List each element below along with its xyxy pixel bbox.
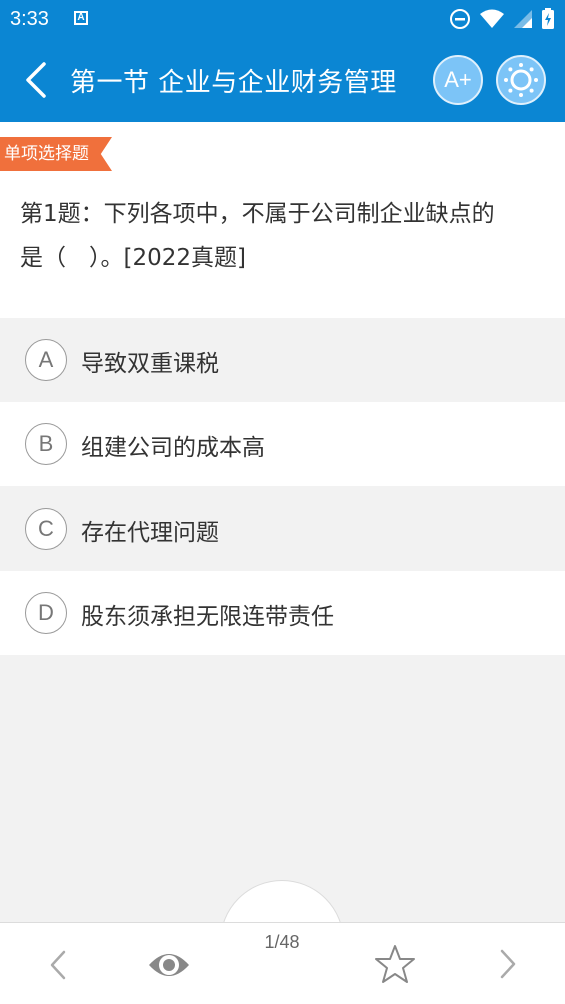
question-line-1: 第1题：下列各项中，不属于公司制企业缺点的 [20, 201, 495, 227]
star-icon [375, 945, 415, 983]
question-line-2: 是（ ）。[2022真题] [20, 245, 246, 271]
option-c-text: 存在代理问题 [81, 520, 219, 546]
option-d-letter: D [25, 592, 67, 634]
option-c-letter: C [25, 508, 67, 550]
font-size-button[interactable]: A+ [433, 55, 483, 105]
status-icons [449, 8, 555, 30]
font-size-label: A+ [444, 67, 472, 92]
option-a-letter: A [25, 339, 67, 381]
app-bar: 第一节 企业与企业财务管理 A+ [0, 38, 565, 122]
option-b[interactable]: B 组建公司的成本高 [0, 402, 565, 486]
prev-question-button[interactable] [36, 943, 80, 987]
page-title: 第一节 企业与企业财务管理 [70, 68, 397, 98]
chevron-left-icon [50, 950, 66, 980]
sun-icon [504, 63, 538, 97]
option-a-text: 导致双重课税 [81, 351, 219, 377]
question-card: 单项选择题 第1题：下列各项中，不属于公司制企业缺点的 是（ ）。[2022真题… [0, 122, 565, 318]
page-indicator: 1/48 [264, 932, 300, 952]
back-arrow-icon [26, 62, 46, 98]
option-b-text: 组建公司的成本高 [81, 435, 265, 461]
notification-icon: A [74, 11, 88, 25]
view-answer-button[interactable] [147, 943, 191, 987]
back-button[interactable] [22, 60, 56, 100]
do-not-disturb-icon [450, 9, 470, 29]
theme-button[interactable] [496, 55, 546, 105]
question-text: 第1题：下列各项中，不属于公司制企业缺点的 是（ ）。[2022真题] [20, 192, 548, 280]
chevron-right-icon [500, 949, 516, 979]
option-b-letter: B [25, 423, 67, 465]
question-type-tag: 单项选择题 [0, 137, 112, 171]
wifi-icon [480, 9, 504, 28]
option-d-text: 股东须承担无限连带责任 [81, 604, 334, 630]
signal-icon [514, 10, 532, 28]
eye-icon [149, 954, 189, 976]
status-bar: 3:33 A [0, 0, 565, 38]
option-c[interactable]: C 存在代理问题 [0, 487, 565, 571]
option-a[interactable]: A 导致双重课税 [0, 318, 565, 402]
next-question-button[interactable] [486, 942, 530, 986]
status-time: 3:33 [10, 8, 49, 30]
option-d[interactable]: D 股东须承担无限连带责任 [0, 571, 565, 655]
favorite-button[interactable] [373, 942, 417, 986]
battery-icon [542, 8, 554, 29]
